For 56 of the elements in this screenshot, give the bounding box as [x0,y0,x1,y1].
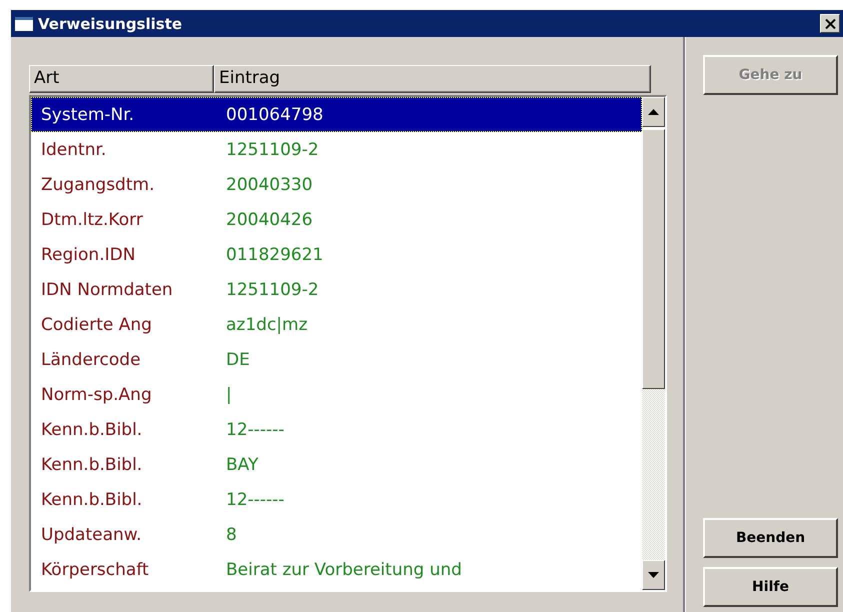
art-cell-text: Identnr. [40,140,108,160]
art-cell-text: Norm-sp.Ang [40,384,153,404]
list-row[interactable]: Kenn.b.Bibl. 12------ [31,412,642,447]
scroll-down-button[interactable] [642,560,665,590]
entry-cell: | [226,384,232,404]
entry-cell: 12------ [226,420,284,440]
art-cell-text: Kenn.b.Bibl. [40,420,144,440]
art-cell-text: Körperschaft [40,560,150,580]
window-title: Verweisungsliste [38,14,184,32]
dialog-button[interactable]: Hilfe [703,567,838,607]
art-cell-text: Ländercode [40,350,142,370]
list-row[interactable]: System-Nr. 001064798 [31,97,642,132]
list-row[interactable]: Region.IDN 011829621 [31,237,642,272]
entry-cell: DE [226,350,250,370]
entry-cell: 12------ [226,490,284,510]
scroll-up-button[interactable] [642,97,665,127]
entry-cell: BAY [226,454,258,474]
art-cell-text: System-Nr. [40,104,136,124]
list-row[interactable]: Körperschaft Beirat zur Vorbereitung und [31,552,642,587]
art-cell-text: Updateanw. [40,524,143,544]
entry-cell: 8 [226,524,237,544]
list-row[interactable]: Dtm.ltz.Korr 20040426 [31,202,642,237]
art-cell-text: Kenn.b.Bibl. [40,490,144,510]
column-header[interactable]: Eintrag [214,65,651,93]
entry-cell: 011829621 [226,244,324,264]
art-cell-text: Codierte Ang [40,314,153,334]
entry-cell: 1251109-2 [226,280,319,300]
art-cell-text: Zugangsdtm. [40,174,156,194]
entry-cell: 001064798 [226,104,324,124]
list-row[interactable]: Updateanw. 8 [31,517,642,552]
entry-cell: 20040330 [226,174,313,194]
scroll-thumb[interactable] [642,129,665,389]
list-row[interactable]: Identnr. 1251109-2 [31,132,642,167]
art-cell-text: Kenn.b.Bibl. [40,454,144,474]
art-cell-text: Region.IDN [40,244,136,264]
list-row[interactable]: Norm-sp.Ang | [31,377,642,412]
list-row[interactable]: Zugangsdtm. 20040330 [31,167,642,202]
list-row[interactable]: Kenn.b.Bibl. 12------ [31,482,642,517]
art-cell-text: Dtm.ltz.Korr [40,210,144,230]
list-row[interactable]: Codierte Ang az1dc|mz [31,307,642,342]
entry-cell: 1251109-2 [226,140,319,160]
window-icon [15,16,33,30]
art-cell-text: IDN Normdaten [40,280,174,300]
list-row[interactable]: IDN Normdaten 1251109-2 [31,272,642,307]
column-header[interactable]: Art [29,65,214,93]
list-row[interactable]: Kenn.b.Bibl. BAY [31,447,642,482]
list-row[interactable]: Ländercode DE [31,342,642,377]
entry-cell: az1dc|mz [226,314,308,334]
entry-cell: Beirat zur Vorbereitung und [226,560,462,580]
scrollbar[interactable] [642,97,665,590]
close-button[interactable] [820,14,840,33]
entry-cell: 20040426 [226,210,313,230]
up-arrow-icon [648,109,659,115]
close-icon [824,18,836,28]
down-arrow-icon [648,572,659,578]
dialog-button[interactable]: Beenden [703,518,838,558]
